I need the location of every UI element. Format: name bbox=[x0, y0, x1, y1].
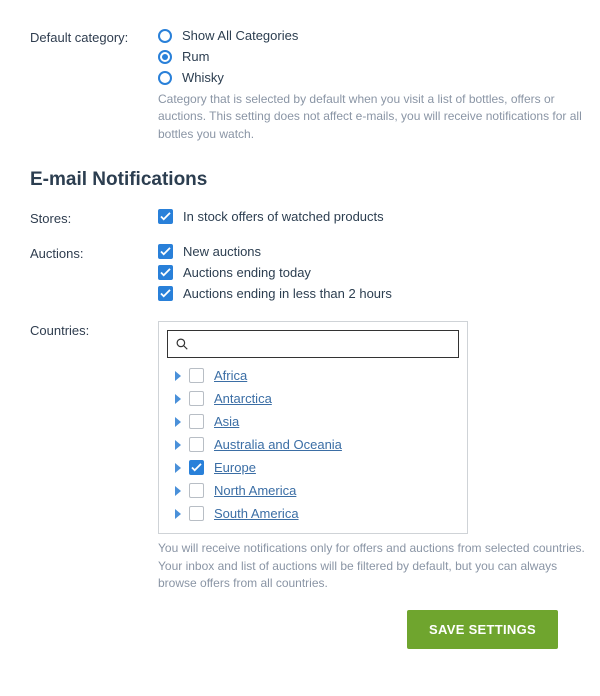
check-label: In stock offers of watched products bbox=[183, 209, 384, 224]
stores-label: Stores: bbox=[30, 209, 158, 230]
default-category-label: Default category: bbox=[30, 28, 158, 143]
check-ending-today[interactable]: Auctions ending today bbox=[158, 265, 586, 280]
check-ending-2h[interactable]: Auctions ending in less than 2 hours bbox=[158, 286, 586, 301]
radio-rum[interactable]: Rum bbox=[158, 49, 586, 64]
checkbox-icon bbox=[158, 244, 173, 259]
tree-link[interactable]: Africa bbox=[214, 368, 247, 383]
checkbox-icon[interactable] bbox=[189, 391, 204, 406]
check-in-stock[interactable]: In stock offers of watched products bbox=[158, 209, 586, 224]
caret-icon[interactable] bbox=[175, 463, 181, 473]
check-label: New auctions bbox=[183, 244, 261, 259]
caret-icon[interactable] bbox=[175, 486, 181, 496]
checkbox-icon[interactable] bbox=[189, 506, 204, 521]
check-label: Auctions ending in less than 2 hours bbox=[183, 286, 392, 301]
caret-icon[interactable] bbox=[175, 371, 181, 381]
tree-item-europe[interactable]: Europe bbox=[159, 456, 467, 479]
check-label: Auctions ending today bbox=[183, 265, 311, 280]
tree-item-australia[interactable]: Australia and Oceania bbox=[159, 433, 467, 456]
radio-label: Whisky bbox=[182, 70, 224, 85]
radio-icon bbox=[158, 50, 172, 64]
radio-label: Show All Categories bbox=[182, 28, 298, 43]
countries-help: You will receive notifications only for … bbox=[158, 540, 586, 592]
countries-search-input[interactable] bbox=[194, 337, 450, 352]
search-icon bbox=[176, 338, 188, 350]
radio-show-all[interactable]: Show All Categories bbox=[158, 28, 586, 43]
section-title: E-mail Notifications bbox=[30, 169, 586, 191]
checkbox-icon[interactable] bbox=[189, 414, 204, 429]
checkbox-icon bbox=[158, 265, 173, 280]
tree-item-antarctica[interactable]: Antarctica bbox=[159, 387, 467, 410]
radio-label: Rum bbox=[182, 49, 209, 64]
tree-link[interactable]: Europe bbox=[214, 460, 256, 475]
tree-link[interactable]: Australia and Oceania bbox=[214, 437, 342, 452]
caret-icon[interactable] bbox=[175, 394, 181, 404]
caret-icon[interactable] bbox=[175, 417, 181, 427]
radio-icon bbox=[158, 29, 172, 43]
tree-link[interactable]: South America bbox=[214, 506, 299, 521]
check-new-auctions[interactable]: New auctions bbox=[158, 244, 586, 259]
tree-link[interactable]: Antarctica bbox=[214, 391, 272, 406]
tree-link[interactable]: Asia bbox=[214, 414, 239, 429]
checkbox-icon[interactable] bbox=[189, 460, 204, 475]
checkbox-icon[interactable] bbox=[189, 368, 204, 383]
default-category-help: Category that is selected by default whe… bbox=[158, 91, 586, 143]
checkbox-icon bbox=[158, 209, 173, 224]
tree-item-north-america[interactable]: North America bbox=[159, 479, 467, 502]
countries-label: Countries: bbox=[30, 321, 158, 592]
caret-icon[interactable] bbox=[175, 509, 181, 519]
tree-link[interactable]: North America bbox=[214, 483, 296, 498]
tree-item-south-america[interactable]: South America bbox=[159, 502, 467, 525]
tree-item-asia[interactable]: Asia bbox=[159, 410, 467, 433]
caret-icon[interactable] bbox=[175, 440, 181, 450]
checkbox-icon[interactable] bbox=[189, 483, 204, 498]
countries-search[interactable] bbox=[167, 330, 459, 358]
checkbox-icon[interactable] bbox=[189, 437, 204, 452]
tree-item-africa[interactable]: Africa bbox=[159, 364, 467, 387]
radio-whisky[interactable]: Whisky bbox=[158, 70, 586, 85]
save-settings-button[interactable]: SAVE SETTINGS bbox=[407, 610, 558, 649]
countries-tree: Africa Antarctica Asia Australia and Oce… bbox=[158, 321, 468, 534]
radio-icon bbox=[158, 71, 172, 85]
auctions-label: Auctions: bbox=[30, 244, 158, 307]
checkbox-icon bbox=[158, 286, 173, 301]
